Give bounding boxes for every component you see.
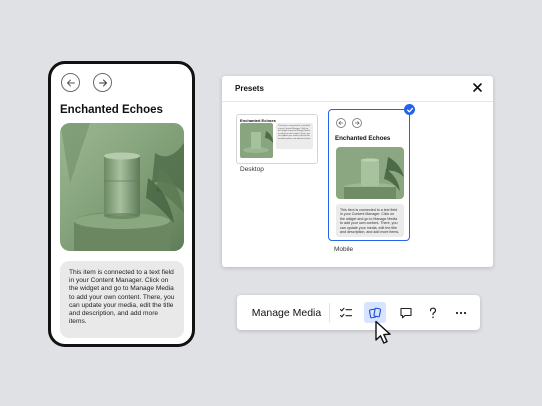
panel-title: Presets [235, 84, 264, 93]
arrow-right-icon [354, 120, 360, 126]
close-icon[interactable] [472, 82, 483, 93]
mobile-preview: Enchanted Echoes This item is connected … [48, 61, 195, 347]
floating-toolbar: Manage Media [237, 295, 480, 330]
mobile-preview-title: Enchanted Echoes [335, 135, 391, 142]
speaker-image[interactable] [60, 123, 184, 251]
mobile-preview-next [352, 118, 362, 128]
preset-desktop[interactable]: Enchanted Echoes This item is connected … [236, 114, 318, 164]
comment-icon [400, 307, 412, 318]
checklist-button[interactable] [335, 302, 357, 323]
more-button[interactable] [450, 302, 472, 323]
toolbar-divider [329, 303, 330, 322]
arrow-right-icon [98, 79, 107, 86]
comment-button[interactable] [395, 302, 417, 323]
checklist-icon [339, 307, 353, 317]
item-title: Enchanted Echoes [60, 104, 163, 116]
arrow-left-icon [338, 120, 344, 126]
more-icon [455, 311, 467, 314]
presets-icon [368, 307, 382, 318]
desktop-preview-description: This item is connected to a text field i… [276, 123, 313, 149]
help-icon [429, 307, 437, 318]
manage-media-button[interactable]: Manage Media [245, 301, 328, 324]
mobile-preview-prev [336, 118, 346, 128]
mouse-cursor-icon [375, 320, 391, 344]
prev-button[interactable] [61, 73, 80, 92]
presets-panel: Presets Enchanted Echoes This item is co… [222, 76, 493, 267]
preset-mobile-label: Mobile [334, 246, 354, 253]
arrow-left-icon [66, 79, 75, 86]
selected-check-icon [404, 104, 415, 115]
mobile-preview-description: This item is connected to a text field i… [336, 204, 404, 237]
item-description: This item is connected to a text field i… [60, 261, 184, 338]
mobile-preview-image [336, 147, 404, 199]
desktop-preview-image [240, 123, 273, 158]
preset-mobile[interactable]: Enchanted Echoes This item is connected … [328, 109, 410, 241]
help-button[interactable] [422, 302, 444, 323]
preset-desktop-label: Desktop [240, 166, 264, 173]
panel-header: Presets [222, 76, 493, 102]
next-button[interactable] [93, 73, 112, 92]
